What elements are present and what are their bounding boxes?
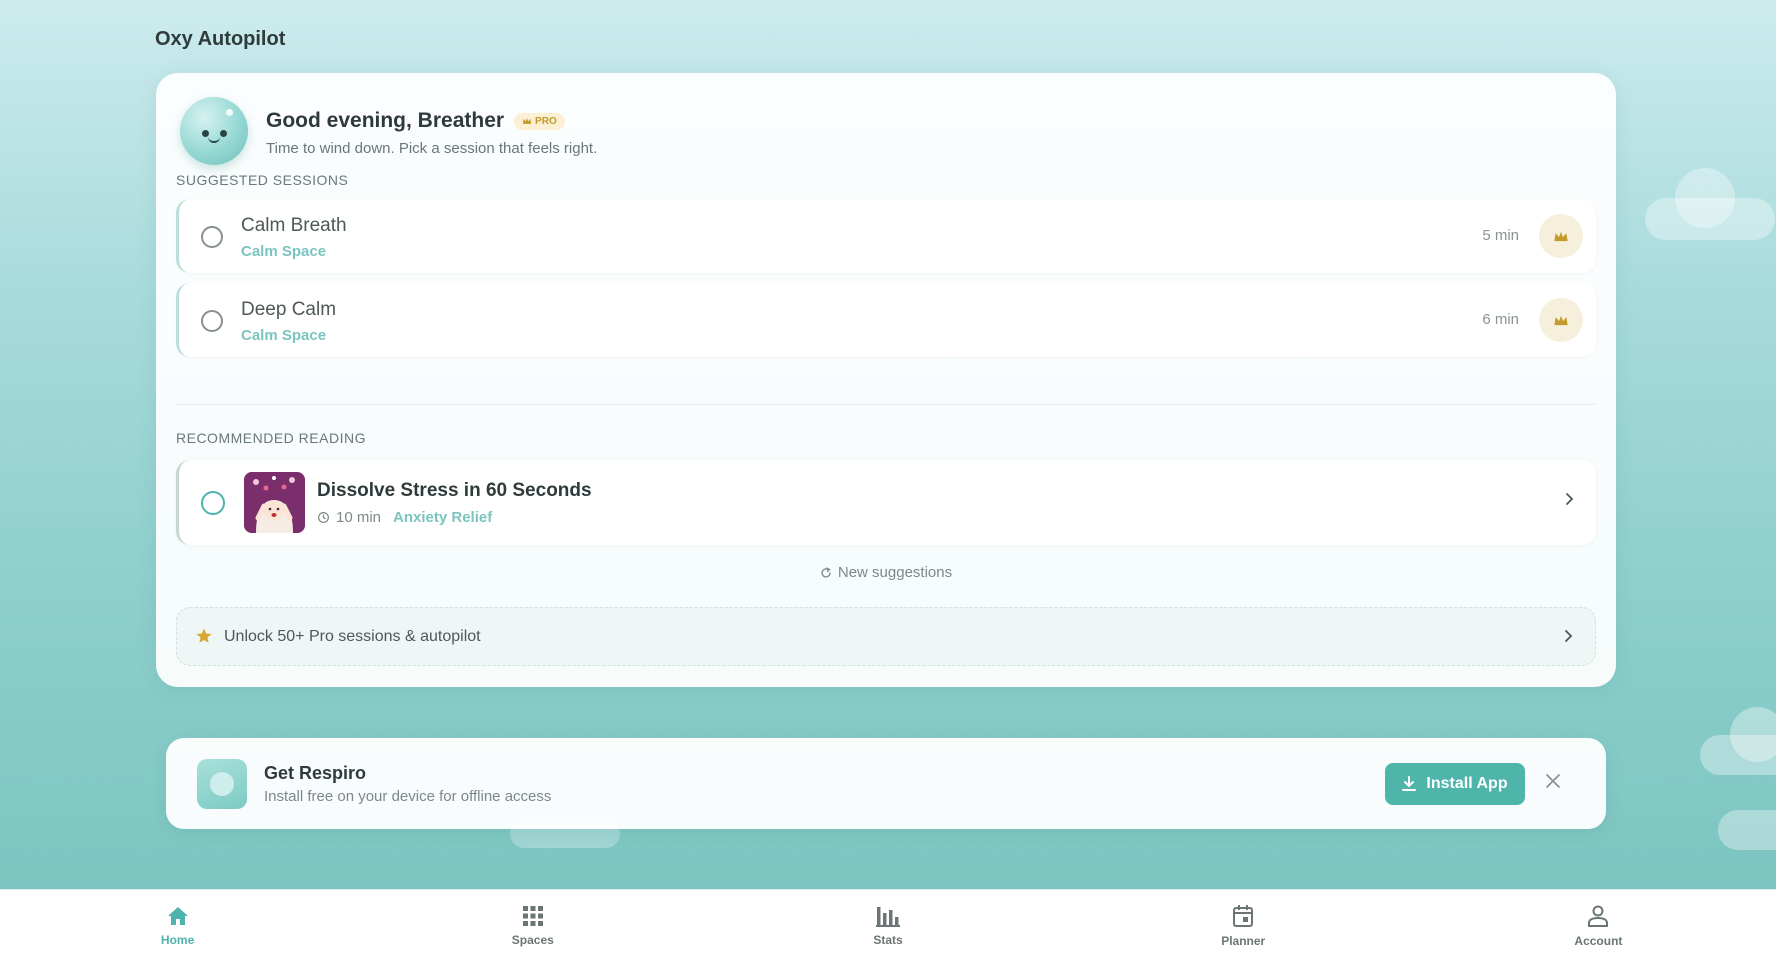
greeting-text: Good evening, Breather [266,109,505,132]
download-icon [1402,776,1417,791]
bottom-navigation: Home Spaces Stats Planner Account [0,889,1776,961]
install-description: Install free on your device for offline … [264,788,552,805]
greeting: Good evening, Breather PRO [266,109,565,133]
autopilot-card: Good evening, Breather PRO Time to wind … [156,73,1616,687]
app-title: Oxy Autopilot [155,28,286,50]
bar-chart-icon [876,906,900,927]
install-app-button[interactable]: Install App [1385,763,1525,805]
session-checkbox[interactable] [201,310,223,332]
calendar-icon [1233,904,1254,927]
pro-crown-button[interactable] [1539,298,1583,342]
session-title: Deep Calm [241,299,337,320]
session-space: Calm Space [241,243,327,260]
chevron-right-icon [1563,629,1573,648]
respiro-logo [197,759,247,809]
unlock-text: Unlock 50+ Pro sessions & autopilot [224,628,481,645]
refresh-icon [821,566,831,578]
install-title: Get Respiro [264,763,367,783]
background-cloud [1718,810,1776,850]
session-title: Calm Breath [241,215,347,236]
suggested-sessions-label: SUGGESTED SESSIONS [176,172,349,188]
greeting-subtitle: Time to wind down. Pick a session that f… [266,140,598,157]
install-app-banner: Get Respiro Install free on your device … [166,738,1606,829]
star-icon [195,627,213,650]
reading-duration: 10 min [336,509,382,526]
recommended-reading-label: RECOMMENDED READING [176,430,366,446]
unlock-pro-banner[interactable]: Unlock 50+ Pro sessions & autopilot [176,607,1596,666]
nav-spaces[interactable]: Spaces [355,890,710,961]
section-divider [176,404,1596,405]
crown-icon [1554,231,1568,241]
pro-crown-button[interactable] [1539,214,1583,258]
crown-icon [1554,315,1568,325]
nav-planner[interactable]: Planner [1066,890,1421,961]
session-checkbox[interactable] [201,226,223,248]
reading-item[interactable]: Dissolve Stress in 60 Seconds 10 min Anx… [176,460,1596,545]
reading-title: Dissolve Stress in 60 Seconds [317,480,592,501]
person-icon [1588,905,1609,927]
session-item-calm-breath[interactable]: Calm Breath Calm Space 5 min [176,199,1596,273]
session-item-deep-calm[interactable]: Deep Calm Calm Space 6 min [176,283,1596,357]
reading-category: Anxiety Relief [393,509,493,526]
background-cloud [1645,168,1775,240]
grid-icon [522,905,543,926]
pro-badge: PRO [514,112,565,130]
nav-home[interactable]: Home [0,890,355,961]
close-icon[interactable] [1545,773,1561,794]
session-space: Calm Space [241,327,327,344]
reading-checkbox[interactable] [201,491,225,515]
session-duration: 5 min [1482,227,1519,244]
chevron-right-icon [1564,492,1574,511]
background-cloud [1700,707,1776,775]
crown-icon [522,118,532,124]
session-duration: 6 min [1482,311,1519,328]
reading-thumbnail [244,472,305,533]
mascot-avatar [180,97,248,165]
nav-account[interactable]: Account [1421,890,1776,961]
home-icon [167,906,188,925]
clock-icon [318,512,329,523]
new-suggestions-button[interactable]: New suggestions [156,564,1616,581]
nav-stats[interactable]: Stats [710,890,1065,961]
reading-meta: 10 min Anxiety Relief [317,509,492,526]
